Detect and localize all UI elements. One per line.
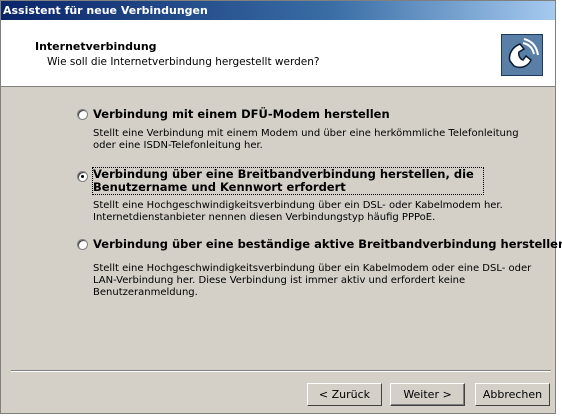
cancel-button[interactable]: Abbrechen	[475, 383, 550, 406]
wizard-header: Internetverbindung Wie soll die Internet…	[1, 20, 555, 87]
radio-always-on-broadband[interactable]	[77, 239, 88, 250]
footer-divider	[11, 370, 551, 372]
option-always-on-description: Stellt eine Hochgeschwindigkeitsverbindu…	[93, 263, 532, 298]
window-title: Assistent für neue Verbindungen	[1, 1, 555, 20]
option-always-on-label[interactable]: Verbindung über eine beständige aktive B…	[93, 237, 562, 251]
option-dialup-label[interactable]: Verbindung mit einem DFÜ-Modem herstelle…	[93, 107, 390, 121]
header-subtitle: Wie soll die Internetverbindung hergeste…	[47, 56, 320, 68]
header-title: Internetverbindung	[35, 40, 157, 53]
option-pppoe-description: Stellt eine Hochgeschwindigkeitsverbindu…	[93, 200, 503, 223]
option-dialup-description: Stellt eine Verbindung mit einem Modem u…	[93, 128, 519, 151]
phone-handset-icon	[501, 34, 543, 76]
radio-broadband-pppoe[interactable]	[77, 171, 88, 182]
wizard-window: Assistent für neue Verbindungen Internet…	[0, 0, 562, 414]
back-button[interactable]: < Zurück	[307, 383, 382, 406]
next-button[interactable]: Weiter >	[390, 383, 465, 406]
radio-dialup-modem[interactable]	[77, 109, 88, 120]
option-pppoe-label[interactable]: Verbindung über eine Breitbandverbindung…	[92, 167, 484, 195]
